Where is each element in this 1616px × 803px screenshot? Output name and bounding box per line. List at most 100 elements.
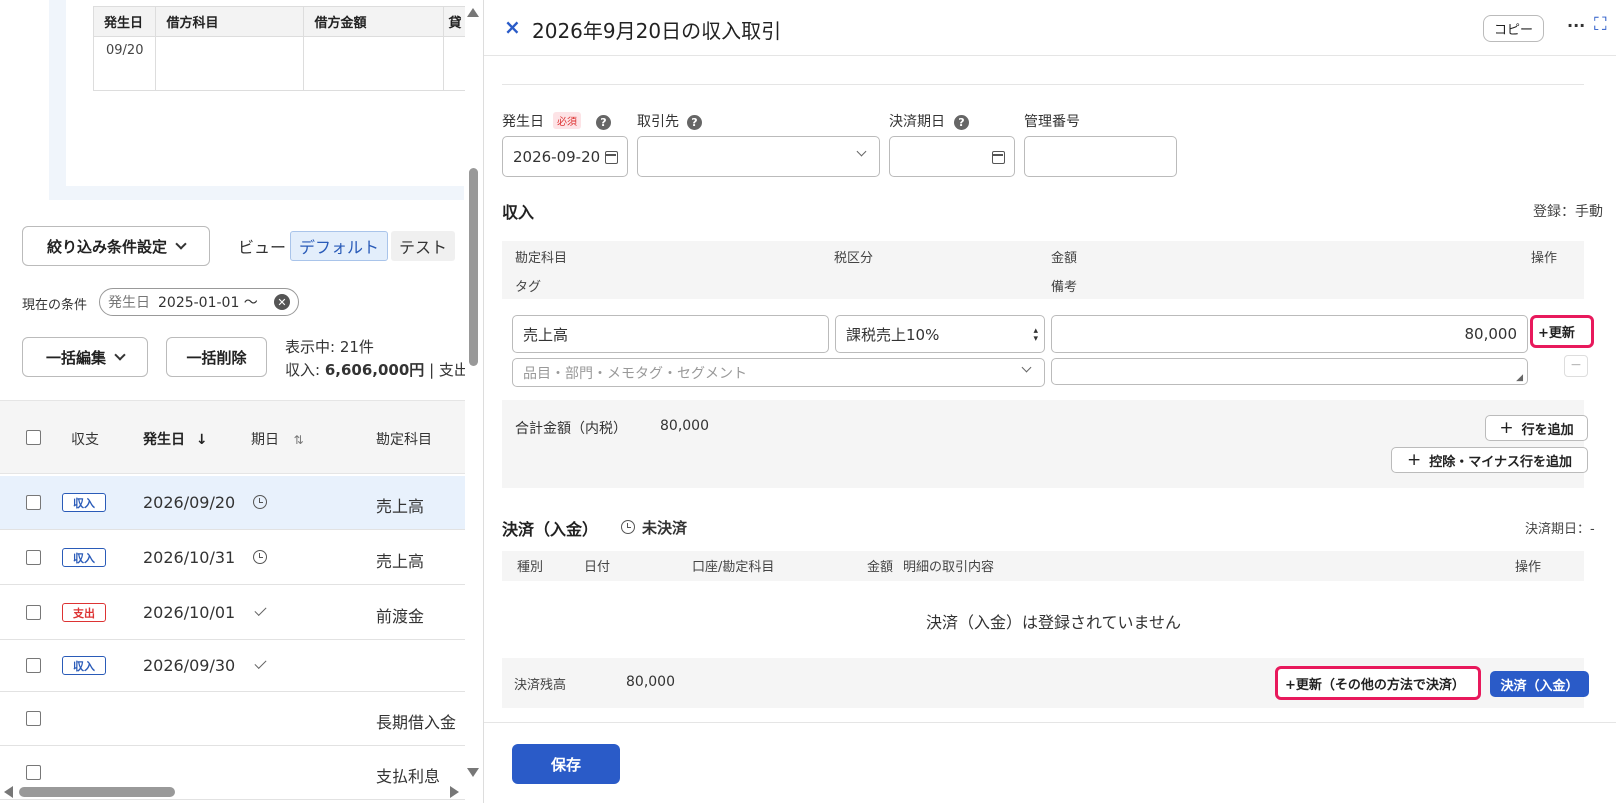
row-checkbox[interactable] — [26, 550, 41, 565]
col-note: 備考 — [1051, 280, 1078, 295]
row-checkbox[interactable] — [26, 711, 41, 726]
help-icon[interactable]: ? — [596, 115, 611, 130]
close-icon[interactable]: × — [504, 15, 521, 39]
plus-icon: + — [1499, 418, 1514, 438]
tag-placeholder: 品目・部門・メモタグ・セグメント — [523, 365, 747, 382]
balance-value: 80,000 — [626, 674, 675, 690]
add-deduction-row-button[interactable]: + 控除・マイナス行を追加 — [1391, 447, 1588, 473]
condition-chip-key: 発生日 — [108, 295, 150, 311]
filter-settings-label: 絞り込み条件設定 — [46, 237, 167, 256]
check-icon — [254, 603, 267, 617]
help-icon[interactable]: ? — [954, 115, 969, 130]
col-settle-account: 口座/勘定科目 — [692, 560, 775, 575]
settlement-due: 決済期日：- — [1525, 522, 1595, 537]
save-button[interactable]: 保存 — [512, 744, 620, 784]
journal-table: 発生日 借方科目 借方金額 貸 09/20 — [92, 6, 470, 91]
chevron-down-icon — [856, 146, 867, 157]
scroll-right-icon[interactable] — [450, 786, 459, 798]
calendar-icon[interactable] — [992, 151, 1005, 164]
plus-icon: + — [1407, 450, 1422, 470]
vertical-scroll-thumb[interactable] — [469, 168, 478, 366]
scroll-down-icon[interactable] — [467, 768, 479, 777]
table-row[interactable]: 収入 2026/09/20 売上高 — [0, 476, 465, 530]
note-textarea[interactable]: ◢ — [1051, 358, 1528, 385]
condition-chip[interactable]: 発生日 2025-01-01 〜 ✕ — [99, 288, 299, 316]
scroll-left-icon[interactable] — [4, 786, 13, 798]
check-icon — [254, 656, 267, 670]
col-settle-ops: 操作 — [1515, 560, 1542, 575]
row-checkbox[interactable] — [26, 765, 41, 780]
tag-select[interactable]: 品目・部門・メモタグ・セグメント — [512, 358, 1045, 387]
income-section-title: 収入 — [502, 203, 535, 222]
remove-row-button[interactable]: − — [1564, 355, 1588, 377]
update-other-button[interactable]: +更新（その他の方法で決済） — [1285, 674, 1465, 693]
tax-select[interactable]: 課税売上10% ▴ ▾ — [835, 315, 1045, 353]
add-row-button[interactable]: + 行を追加 — [1485, 415, 1588, 441]
horizontal-scroll-thumb[interactable] — [19, 787, 175, 797]
partner-select[interactable] — [637, 136, 880, 177]
bulk-edit-label: 一括編集 — [45, 348, 106, 367]
account-input[interactable]: 売上高 — [512, 315, 829, 353]
filter-settings-button[interactable]: 絞り込み条件設定 — [22, 226, 210, 266]
copy-button[interactable]: コピー — [1483, 15, 1544, 42]
row-account: 売上高 — [376, 497, 425, 516]
journal-header-debit-account: 借方科目 — [155, 6, 305, 37]
col-settle-kind: 種別 — [517, 560, 544, 575]
transaction-detail-panel: × 2026年9月20日の収入取引 コピー ··· ⛶ 発生日 必須 ? 202… — [483, 0, 1616, 803]
issue-date-input[interactable]: 2026-09-20 — [502, 136, 628, 177]
bulk-edit-button[interactable]: 一括編集 — [22, 337, 148, 377]
bulk-delete-button[interactable]: 一括削除 — [166, 337, 267, 377]
list-header: 収支 発生日 ↓ 期日 ⇅ 勘定科目 — [0, 400, 465, 474]
col-ops: 操作 — [1531, 251, 1558, 266]
vertical-scrollbar[interactable] — [465, 0, 482, 780]
amount-summary: 収入: 6,606,000円 | 支出: — [285, 359, 474, 380]
total-label: 合計金額（内税） — [515, 421, 627, 437]
settlement-table-header — [502, 551, 1584, 581]
partner-label: 取引先 — [637, 114, 679, 130]
update-button[interactable]: +更新 — [1538, 322, 1575, 341]
row-checkbox[interactable] — [26, 605, 41, 620]
required-badge: 必須 — [553, 112, 581, 129]
help-icon[interactable]: ? — [687, 115, 702, 130]
scroll-up-icon[interactable] — [467, 8, 479, 17]
view-tab-default[interactable]: デフォルト — [290, 231, 389, 261]
col-account: 勘定科目 — [515, 251, 568, 266]
calendar-icon[interactable] — [605, 151, 618, 164]
section-divider — [502, 84, 1584, 85]
registration-mode: 登録：手動 — [1533, 204, 1603, 220]
chevron-down-icon — [175, 238, 187, 250]
journal-row-date: 09/20 — [92, 36, 157, 91]
row-checkbox[interactable] — [26, 495, 41, 510]
remove-condition-icon[interactable]: ✕ — [274, 294, 290, 310]
table-row[interactable]: 収入 2026/09/30 — [0, 640, 465, 692]
header-type: 収支 — [71, 432, 99, 448]
select-all-checkbox[interactable] — [26, 430, 41, 445]
add-deduction-row-label: 控除・マイナス行を追加 — [1429, 454, 1572, 470]
type-badge: 収入 — [62, 493, 106, 512]
journal-row-debit-account — [155, 36, 305, 91]
issue-date-label: 発生日 — [502, 114, 544, 130]
total-value: 80,000 — [660, 418, 709, 434]
expand-icon[interactable]: ⛶ — [1594, 14, 1607, 35]
income-summary-label: 収入: — [285, 361, 325, 379]
table-row[interactable]: 長期借入金 — [0, 692, 465, 746]
issue-date-value: 2026-09-20 — [513, 147, 601, 166]
clock-icon — [253, 550, 267, 564]
header-due[interactable]: 期日 ⇅ — [251, 429, 304, 449]
header-date[interactable]: 発生日 ↓ — [143, 429, 208, 449]
add-row-label: 行を追加 — [1521, 422, 1574, 438]
more-icon[interactable]: ··· — [1567, 16, 1585, 35]
due-date-label: 決済期日 — [889, 114, 945, 130]
settle-button[interactable]: 決済（入金） — [1490, 671, 1589, 697]
table-row[interactable]: 支出 2026/10/01 前渡金 — [0, 585, 465, 640]
row-checkbox[interactable] — [26, 658, 41, 673]
due-date-input[interactable] — [889, 136, 1015, 177]
table-row[interactable]: 収入 2026/10/31 売上高 — [0, 530, 465, 585]
management-number-label: 管理番号 — [1024, 114, 1080, 130]
management-number-input[interactable] — [1024, 136, 1177, 177]
type-badge: 支出 — [62, 603, 106, 622]
view-tab-test[interactable]: テスト — [391, 231, 456, 261]
resize-handle-icon[interactable]: ◢ — [1516, 373, 1523, 383]
panel-title: 2026年9月20日の収入取引 — [532, 19, 782, 43]
amount-input[interactable]: 80,000 — [1051, 315, 1528, 353]
